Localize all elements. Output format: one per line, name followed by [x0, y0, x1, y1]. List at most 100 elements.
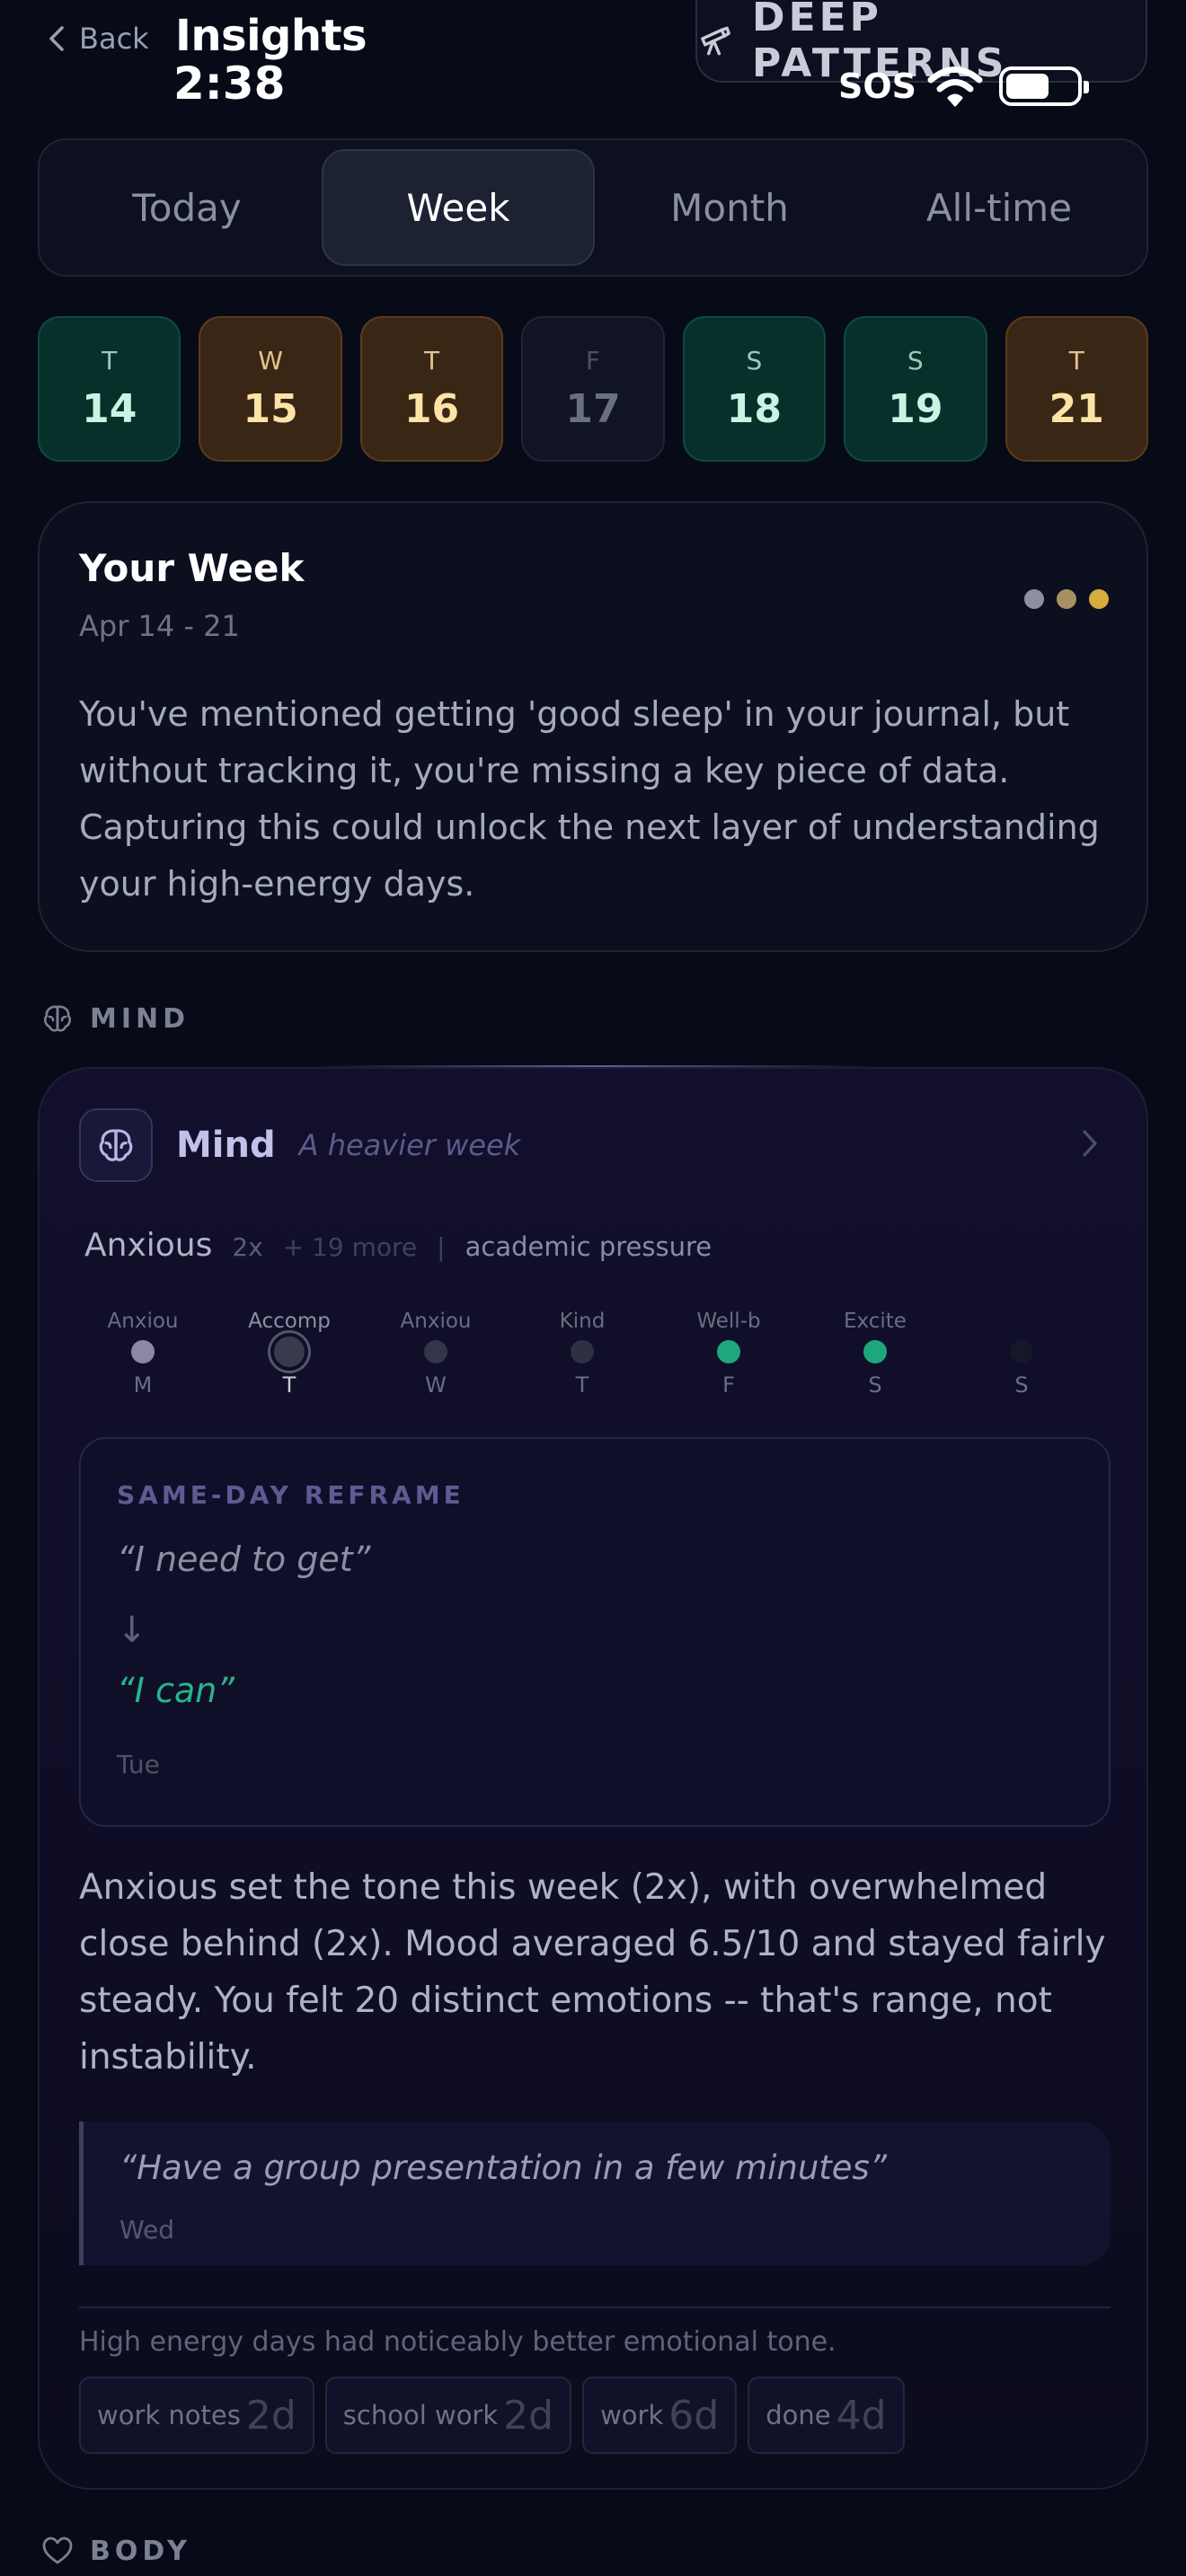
emotion-day-letter: S: [868, 1372, 882, 1398]
emotion-dot: [1010, 1340, 1033, 1363]
chip-value: 6d: [668, 2392, 720, 2439]
emotion-day[interactable]: Accomp T: [231, 1310, 348, 1398]
day-number: 14: [82, 386, 137, 432]
day-number: 15: [243, 386, 298, 432]
brain-icon: [99, 1129, 133, 1161]
wifi-icon: [927, 66, 983, 107]
arrow-down-icon: ↓: [117, 1610, 147, 1651]
indicator-dot: [1057, 589, 1076, 609]
day-tile[interactable]: S 18: [682, 316, 827, 462]
day-tile[interactable]: W 15: [199, 316, 342, 462]
emotion-day-letter: M: [133, 1372, 153, 1398]
emotion-dot: [571, 1340, 594, 1363]
chevron-right-icon[interactable]: [1080, 1128, 1100, 1159]
mind-card-header[interactable]: Mind A heavier week: [79, 1108, 520, 1182]
week-dots-indicator: [1024, 589, 1109, 609]
mind-card: Mind A heavier week Anxious 2x + 19 more…: [38, 1067, 1148, 2490]
reframe-from: “I need to get”: [117, 1539, 371, 1579]
day-letter: W: [258, 346, 283, 375]
brain-icon: [44, 1005, 71, 1032]
journal-quote[interactable]: “Have a group presentation in a few minu…: [79, 2122, 1111, 2265]
tag-chip[interactable]: work 6d: [582, 2377, 738, 2454]
tag-chip[interactable]: work notes 2d: [79, 2377, 314, 2454]
chip-value: 4d: [836, 2392, 887, 2439]
separator: |: [437, 1232, 446, 1262]
emotion-dot: [424, 1340, 447, 1363]
reframe-day: Tue: [117, 1750, 160, 1779]
telescope-icon: [701, 26, 730, 56]
tab-today[interactable]: Today: [52, 149, 322, 266]
emotion-dot-selected: [270, 1333, 308, 1371]
emotion-day-label: [963, 1310, 1080, 1337]
day-tile[interactable]: T 14: [38, 316, 181, 462]
emotion-day[interactable]: Well-b F: [670, 1310, 787, 1398]
day-letter: T: [1068, 346, 1084, 375]
emotion-day[interactable]: Kind T: [524, 1310, 641, 1398]
day-number: 17: [565, 386, 621, 432]
tag-chips: work notes 2d school work 2d work 6d done 4d: [79, 2377, 905, 2454]
emotion-day-letter: T: [575, 1372, 589, 1398]
more-emotions: + 19 more: [282, 1232, 418, 1262]
your-week-text: You've mentioned getting 'good sleep' in…: [79, 694, 1100, 904]
day-letter: S: [746, 346, 763, 375]
emotion-day-label: Kind: [559, 1310, 606, 1333]
chip-label: work notes: [97, 2400, 241, 2430]
emotion-day-label: Anxiou: [107, 1310, 179, 1333]
day-tile[interactable]: T 21: [1005, 316, 1148, 462]
day-letter: T: [102, 346, 118, 375]
day-tile[interactable]: T 16: [359, 316, 504, 462]
tab-week[interactable]: Week: [322, 149, 595, 266]
emotion-day[interactable]: Excite S: [817, 1310, 934, 1398]
period-segmented-control: Today Week Month All-time: [38, 138, 1148, 277]
day-tile[interactable]: S 19: [844, 316, 987, 462]
mind-card-title: Mind: [176, 1125, 276, 1166]
back-label: Back: [79, 22, 149, 56]
mind-icon-box: [79, 1108, 153, 1182]
day-tile[interactable]: F 17: [521, 316, 665, 462]
chip-label: work: [600, 2400, 664, 2430]
body-section-text: BODY: [90, 2535, 191, 2567]
same-day-reframe-panel: SAME-DAY REFRAME “I need to get” ↓ “I ca…: [79, 1437, 1111, 1827]
chip-label: school work: [342, 2400, 499, 2430]
mind-card-subtitle: A heavier week: [298, 1128, 521, 1162]
top-emotion-row: Anxious 2x + 19 more | academic pressure: [84, 1227, 712, 1264]
day-number: 21: [1049, 386, 1104, 432]
mind-summary: Anxious set the tone this week (2x), wit…: [79, 1867, 1106, 2078]
your-week-card: Your Week Apr 14 - 21 You've mentioned g…: [38, 501, 1148, 952]
day-letter: T: [424, 346, 440, 375]
emotion-day[interactable]: Anxiou W: [377, 1310, 494, 1398]
emotion-week-strip: Anxiou M Accomp T Anxiou W Kind T Well-b…: [84, 1310, 1107, 1408]
reframe-to: “I can”: [117, 1671, 235, 1710]
day-letter: S: [907, 346, 924, 375]
your-week-title: Your Week: [79, 546, 305, 590]
mind-section-label: MIND: [41, 1002, 190, 1035]
deep-patterns-button[interactable]: DEEP PATTERNS: [695, 0, 1147, 86]
reframe-label: SAME-DAY REFRAME: [117, 1480, 465, 1510]
emotion-day-letter: T: [282, 1372, 296, 1398]
your-week-range: Apr 14 - 21: [79, 609, 240, 643]
back-button[interactable]: Back: [47, 22, 149, 56]
emotion-dot: [131, 1340, 155, 1363]
tag-chip[interactable]: done 4d: [748, 2377, 905, 2454]
emotion-day[interactable]: Anxiou M: [84, 1310, 201, 1398]
chevron-left-icon: [49, 26, 64, 51]
heart-icon: [42, 2536, 73, 2564]
tab-all-time[interactable]: All-time: [864, 149, 1134, 266]
indicator-dot: [1024, 589, 1044, 609]
top-emotion: Anxious: [84, 1227, 213, 1264]
emotion-day-label: Excite: [844, 1310, 907, 1333]
emotion-day-letter: F: [722, 1372, 735, 1398]
energy-note: High energy days had noticeably better e…: [79, 2326, 836, 2358]
theme-tag: academic pressure: [465, 1231, 712, 1262]
tag-chip[interactable]: school work 2d: [324, 2377, 572, 2454]
tab-month[interactable]: Month: [595, 149, 864, 266]
chip-value: 2d: [245, 2392, 296, 2439]
status-sos: SOS: [838, 66, 917, 106]
page-title: Insights: [175, 11, 367, 61]
status-clock: 2:38: [173, 57, 286, 110]
emotion-dot: [863, 1340, 887, 1363]
top-emotion-count: 2x: [232, 1232, 263, 1262]
emotion-day[interactable]: S: [963, 1310, 1080, 1398]
day-number: 16: [403, 386, 460, 432]
emotion-day-letter: S: [1014, 1372, 1029, 1398]
